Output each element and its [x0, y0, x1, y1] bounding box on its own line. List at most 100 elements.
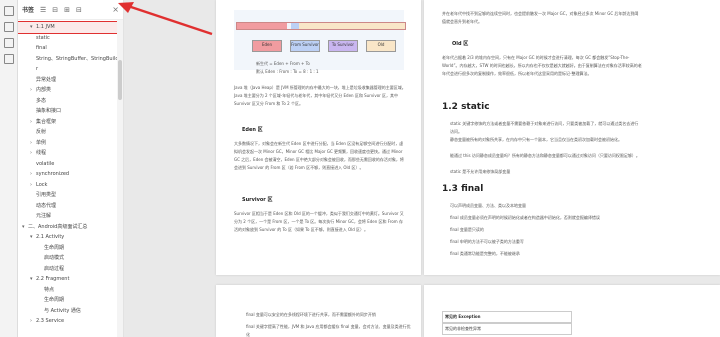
outline-item-label: 引用类型	[36, 192, 57, 198]
outline-item-label: 反射	[36, 129, 47, 135]
static-item-1: static 关键字修饰的方法或者变量不需要依赖于对象来进行访问，只要类被加载了…	[450, 121, 639, 134]
outline-menu-icon[interactable]: ☰	[40, 6, 46, 14]
outline-item-label: 启动模式	[44, 255, 65, 261]
paragraph-old: 老年代占据着 2/3 的堆内存空间，只有在 Major GC 的时候才会进行清理…	[442, 55, 642, 76]
outline-item-label: 2.2 Fragment	[36, 276, 70, 282]
paragraph-heap: Java 堆（Java Heap）是 JVM 所管理的内存中最大的一块，堆上是垃…	[234, 85, 406, 106]
outline-item-label: 启动过程	[44, 265, 65, 272]
panel-header: 书签 ☰ ⊟ ⊞ ⊟ ×	[18, 0, 123, 20]
document-page-2: 并在老年代中找不到足够的连续空间时，也会提前触发一次 Major GC，对象经过…	[424, 0, 720, 275]
expand-all-icon[interactable]: ⊞	[64, 6, 70, 14]
document-page-4: 常见的 Exception 常见的非检查性异常	[424, 285, 720, 337]
outline-item-label: synchronized	[36, 171, 70, 177]
outline-item[interactable]: 启动过程	[18, 264, 117, 275]
outline-item[interactable]: › 线程	[18, 148, 117, 159]
panel-title: 书签	[22, 7, 35, 14]
outline-item[interactable]: 元注解	[18, 211, 117, 222]
diagram-note-2: 默认 Eden : From : To = 8 : 1 : 1	[256, 69, 319, 74]
outline-item[interactable]: 生命周期	[18, 295, 117, 306]
outline-item-label: 二、Android高级面试汇总	[28, 223, 88, 230]
paragraph-intro: 并在老年代中找不到足够的连续空间时，也会提前触发一次 Major GC，对象经过…	[442, 11, 639, 24]
outline-item[interactable]: › Lock	[18, 180, 117, 191]
outline-item[interactable]: › synchronized	[18, 169, 117, 180]
layers-icon[interactable]	[4, 54, 14, 64]
paragraph-survivor: Survivor 区相当于是 Eden 区和 Old 区的一个缓冲，类似于我们交…	[234, 211, 404, 232]
outline-item[interactable]: volatile	[18, 159, 117, 170]
collapse-all-icon[interactable]: ⊟	[52, 6, 58, 14]
outline-item-label: 生命周期	[44, 297, 65, 303]
outline-item-label: 2.1 Activity	[36, 234, 65, 240]
outline-item[interactable]: 启动模式	[18, 253, 117, 264]
outline-item[interactable]: 特点	[18, 285, 117, 296]
heading-eden: Eden 区	[242, 127, 263, 133]
outline-item[interactable]: String、StringBuffer、StringBuilde	[18, 54, 117, 65]
outline-item-label: final	[36, 45, 47, 51]
outline-item-label: 元注解	[36, 213, 52, 219]
annotation-arrow	[118, 2, 213, 36]
heading-survivor: Survivor 区	[242, 197, 273, 203]
table-header: 常见的 Exception	[442, 311, 572, 323]
heap-bar	[236, 22, 406, 30]
heading-static: 1.2 static	[442, 102, 490, 112]
scroll-thumb[interactable]	[118, 60, 122, 100]
outline-item[interactable]: › 2.3 Service	[18, 316, 117, 327]
outline-item[interactable]: r	[18, 64, 117, 75]
diagram-box-from: From Survivor	[290, 40, 320, 52]
final-item-4: final 申明的方法不可以被子类的方法重写	[450, 239, 524, 244]
left-icon-strip	[0, 0, 18, 337]
arrow-line	[127, 4, 213, 36]
outline-item[interactable]: ▾ 1.1 JVM	[18, 21, 118, 34]
outline-item[interactable]: › 内部类	[18, 85, 117, 96]
outline-item-label: 1.1 JVM	[36, 24, 55, 30]
outline-item-label: 单例	[36, 139, 47, 146]
attachment-icon[interactable]	[4, 38, 14, 48]
outline-item-label: static	[36, 34, 50, 41]
outline-item[interactable]: ▾ 二、Android高级面试汇总	[18, 222, 117, 233]
heap-bar-eden	[237, 23, 287, 29]
final-item-1: 可以声明成员变量、方法、类以及本地变量	[450, 203, 526, 208]
table-cell: 常见的非检查性异常	[442, 323, 572, 335]
bookmark-icon[interactable]	[4, 6, 14, 16]
bookmark-add-icon[interactable]: ⊟	[76, 6, 82, 14]
outline-item-label: 与 Activity 通信	[44, 307, 81, 314]
outline-item[interactable]: 引用类型	[18, 190, 117, 201]
final-item-6: final 变量可以安全的在多线程环境下进行共享，而不需要额外的同步开销	[246, 312, 376, 317]
paragraph-eden: 大多数情况下，对象会在新生代 Eden 区中进行分配，当 Eden 区没有足够空…	[234, 141, 404, 170]
document-page-3: final 变量可以安全的在多线程环境下进行共享，而不需要额外的同步开销 fin…	[216, 285, 421, 337]
outline-item[interactable]: 多态	[18, 96, 117, 107]
static-item-2: 静态变量被所有的对象所共享，在内存中只有一个副本，它当且仅当在类初次加载时会被初…	[450, 137, 622, 142]
outline-item[interactable]: 反射	[18, 127, 117, 138]
heading-final: 1.3 final	[442, 184, 484, 194]
outline-item-label: Lock	[36, 181, 48, 188]
outline-item[interactable]: › 单例	[18, 138, 117, 149]
outline-item-label: 生命周期	[44, 244, 65, 251]
outline-item-label: 多态	[36, 97, 47, 104]
outline-item-label: 特点	[44, 286, 55, 293]
thumbnail-icon[interactable]	[4, 22, 14, 32]
outline-item[interactable]: 抽象和接口	[18, 106, 117, 117]
outline-item[interactable]: 异常处理	[18, 75, 117, 86]
outline-item[interactable]: ▾ 2.2 Fragment	[18, 274, 117, 285]
final-item-7: final 关键字提高了性能，JVM 和 Java 应用都会缓存 final 变…	[246, 324, 411, 337]
outline-tree: ▾ 1.1 JVM static final String、StringBuffer、S…	[18, 21, 118, 327]
outline-item-label: 内部类	[36, 87, 52, 93]
diagram-note-1: 新生代 = Eden + From + To	[256, 61, 310, 66]
diagram-box-eden: Eden	[252, 40, 282, 52]
outline-scrollbar[interactable]	[117, 20, 123, 337]
outline-item[interactable]: final	[18, 43, 117, 54]
outline-item-label: 异常处理	[36, 76, 57, 83]
outline-item[interactable]: 与 Activity 通信	[18, 306, 117, 317]
outline-item-label: 抽象和接口	[36, 108, 62, 114]
outline-item[interactable]: ▾ 2.1 Activity	[18, 232, 117, 243]
outline-item[interactable]: 生命周期	[18, 243, 117, 254]
outline-item-label: 集合框架	[36, 118, 57, 125]
heap-bar-survivor	[291, 23, 299, 29]
document-page-1: Eden From Survivor To Survivor Old 新生代 =…	[216, 0, 421, 275]
bookmark-panel: 书签 ☰ ⊟ ⊞ ⊟ × ▾ 1.1 JVM static final String、S…	[18, 0, 124, 337]
outline-item[interactable]: 动态代理	[18, 201, 117, 212]
outline-item-label: 线程	[36, 150, 47, 156]
outline-item[interactable]: static	[18, 33, 117, 44]
outline-item[interactable]: › 集合框架	[18, 117, 117, 128]
final-item-5: final 类通常功能是完整的，不能被继承	[450, 251, 520, 256]
static-item-3: 能通过 this 访问静态成员变量吗？所有的静态方法和静态变量都可以通过对象访问…	[450, 153, 640, 158]
